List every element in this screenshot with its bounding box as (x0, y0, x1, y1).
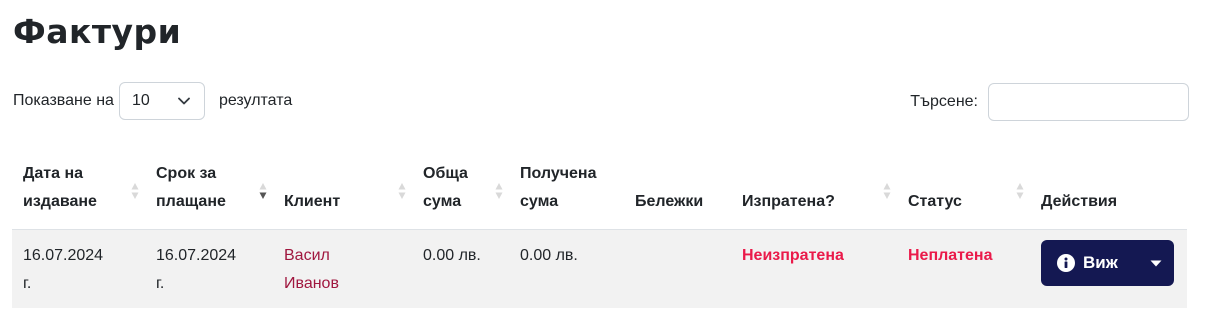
header-actions-label: Действия (1041, 193, 1118, 210)
header-notes-label: Бележки (635, 193, 704, 210)
header-notes: Бележки (624, 150, 731, 230)
header-total[interactable]: Обща сума (412, 150, 509, 230)
actions-dropdown-toggle[interactable] (1130, 240, 1174, 286)
caret-down-icon (1150, 260, 1162, 266)
search-control: Търсене: (910, 83, 1189, 121)
header-due-date[interactable]: Срок за плащане (145, 150, 273, 230)
due-date-suffix: г. (156, 275, 165, 292)
view-button[interactable]: Виж (1041, 240, 1130, 286)
issue-date-suffix: г. (23, 275, 32, 292)
issue-date-text: 16.07.2024 (23, 247, 104, 264)
search-input[interactable] (988, 83, 1189, 121)
client-link[interactable]: Васил Иванов (284, 247, 339, 292)
page-length-select[interactable]: 10 (118, 82, 205, 120)
sort-arrows-icon (883, 183, 891, 199)
table-row: 16.07.2024 г. 16.07.2024 г. Васил Иванов… (12, 229, 1187, 308)
search-label: Търсене: (910, 93, 978, 110)
sort-arrows-icon (259, 183, 267, 199)
header-issue-date[interactable]: Дата на издаване (12, 150, 145, 230)
header-actions: Действия (1030, 150, 1187, 230)
page-length-value: 10 (131, 92, 150, 109)
chevron-down-icon (178, 97, 190, 105)
header-due-date-line2: плащане (156, 193, 226, 210)
view-button-group: Виж (1041, 240, 1174, 286)
info-circle-icon (1057, 254, 1075, 272)
sent-status-badge: Неизпратена (742, 247, 844, 264)
header-client-label: Клиент (284, 193, 341, 210)
cell-received: 0.00 лв. (509, 229, 624, 308)
cell-sent: Неизпратена (731, 229, 897, 308)
sort-arrows-icon (131, 183, 139, 199)
invoices-page: Фактури Показване на 10 резултата Търсен… (0, 0, 1221, 329)
header-total-line1: Обща (423, 165, 468, 182)
client-last-name: Иванов (284, 275, 339, 292)
header-total-line2: сума (423, 193, 462, 210)
header-received: Получена сума (509, 150, 624, 230)
header-issue-date-line1: Дата на (23, 165, 84, 182)
cell-due-date: 16.07.2024 г. (145, 229, 273, 308)
length-control: Показване на 10 резултата (13, 82, 292, 120)
sort-arrows-icon (495, 183, 503, 199)
table-header-row: Дата на издаване Срок за плащане Клиент … (12, 150, 1187, 230)
page-title: Фактури (13, 12, 182, 51)
header-status[interactable]: Статус (897, 150, 1030, 230)
cell-client: Васил Иванов (273, 229, 412, 308)
view-button-label: Виж (1083, 253, 1118, 272)
header-client[interactable]: Клиент (273, 150, 412, 230)
header-status-label: Статус (908, 193, 962, 210)
sort-arrows-icon (398, 183, 406, 199)
client-first-name: Васил (284, 247, 330, 264)
length-suffix: резултата (218, 92, 293, 109)
payment-status-badge: Неплатена (908, 247, 993, 264)
header-sent-label: Изпратена? (742, 193, 835, 210)
cell-notes (624, 229, 731, 308)
received-amount: 0.00 лв. (520, 247, 578, 264)
header-issue-date-line2: издаване (23, 193, 97, 210)
total-amount: 0.00 лв. (423, 247, 481, 264)
length-prefix: Показване на (13, 92, 114, 109)
header-received-line1: Получена (520, 165, 597, 182)
cell-status: Неплатена (897, 229, 1030, 308)
cell-total: 0.00 лв. (412, 229, 509, 308)
header-sent[interactable]: Изпратена? (731, 150, 897, 230)
due-date-text: 16.07.2024 (156, 247, 237, 264)
cell-actions: Виж (1030, 229, 1187, 308)
sort-arrows-icon (1016, 183, 1024, 199)
cell-issue-date: 16.07.2024 г. (12, 229, 145, 308)
header-due-date-line1: Срок за (156, 165, 217, 182)
header-received-line2: сума (520, 193, 559, 210)
invoices-table: Дата на издаване Срок за плащане Клиент … (12, 150, 1187, 308)
